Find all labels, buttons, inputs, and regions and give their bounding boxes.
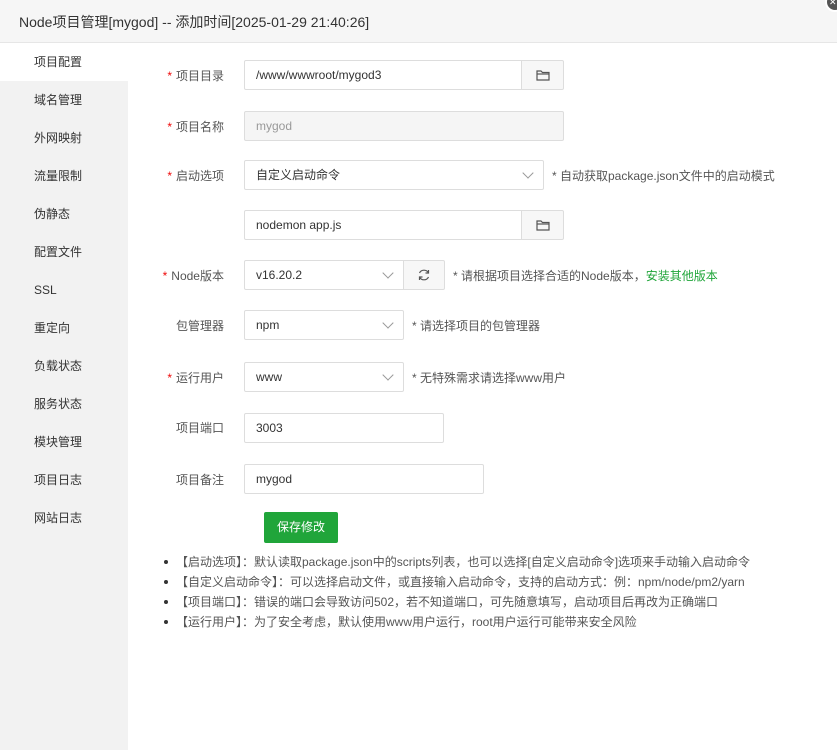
start-command-input[interactable]: nodemon app.js [244,210,522,240]
project-name-label: * 项目名称 [167,120,224,134]
list-item: 【运行用户】：为了安全考虑，默认使用www用户运行，root用户运行可能带来安全… [164,612,750,632]
project-dir-input[interactable]: /www/wwwroot/mygod3 [244,60,522,90]
sidebar-item-modules[interactable]: 模块管理 [0,423,128,461]
chevron-down-icon [382,369,394,381]
start-option-hint: * 自动获取package.json文件中的启动模式 [552,169,775,183]
list-item: 【启动选项】：默认读取package.json中的scripts列表，也可以选择… [164,552,750,572]
sidebar-item-site-log[interactable]: 网站日志 [0,499,128,537]
list-item: 【自定义启动命令】：可以选择启动文件，或直接输入启动命令，支持的启动方式：例：n… [164,572,750,592]
sidebar-item-traffic-limit[interactable]: 流量限制 [0,157,128,195]
sidebar-item-project-config[interactable]: 项目配置 [0,43,128,81]
start-option-label: * 启动选项 [167,169,224,183]
package-manager-hint: * 请选择项目的包管理器 [412,319,541,333]
folder-icon[interactable] [521,60,564,90]
package-manager-value: npm [256,318,280,332]
sidebar-item-project-log[interactable]: 项目日志 [0,461,128,499]
sidebar-item-config-file[interactable]: 配置文件 [0,233,128,271]
window-title: Node项目管理[mygod] -- 添加时间[2025-01-29 21:40… [19,14,370,30]
run-user-hint: * 无特殊需求请选择www用户 [412,371,567,385]
sidebar-item-load-status[interactable]: 负载状态 [0,347,128,385]
project-note-label: 项目备注 [175,473,224,487]
save-button[interactable]: 保存修改 [264,512,338,543]
sidebar-item-redirect[interactable]: 重定向 [0,309,128,347]
sidebar-item-domain[interactable]: 域名管理 [0,81,128,119]
chevron-down-icon [382,317,394,329]
sidebar-item-service-status[interactable]: 服务状态 [0,385,128,423]
folder-icon[interactable] [521,210,564,240]
package-manager-select[interactable]: npm [244,310,404,340]
list-item: 【项目端口】：错误的端口会导致访问502，若不知道端口，可先随意填写，启动项目后… [164,592,750,612]
sidebar-item-external-mapping[interactable]: 外网映射 [0,119,128,157]
refresh-icon[interactable] [403,260,445,290]
node-version-hint: * 请根据项目选择合适的Node版本，安装其他版本 [453,269,718,283]
run-user-value: www [256,370,282,384]
sidebar-item-ssl[interactable]: SSL [0,271,128,309]
project-note-input[interactable]: mygod [244,464,484,494]
node-version-label: * Node版本 [162,269,224,283]
chevron-down-icon [522,167,534,179]
node-version-select[interactable]: v16.20.2 [244,260,404,290]
sidebar: 项目配置 域名管理 外网映射 流量限制 伪静态 配置文件 SSL 重定向 负载状… [0,43,128,750]
sidebar-item-rewrite[interactable]: 伪静态 [0,195,128,233]
window-titlebar: Node项目管理[mygod] -- 添加时间[2025-01-29 21:40… [0,0,837,43]
project-dir-label: * 项目目录 [167,69,224,83]
chevron-down-icon [382,267,394,279]
package-manager-label: 包管理器 [175,319,224,333]
tips-list: 【启动选项】：默认读取package.json中的scripts列表，也可以选择… [164,552,750,632]
start-option-select[interactable]: 自定义启动命令 [244,160,544,190]
install-other-versions-link[interactable]: 安装其他版本 [646,269,718,283]
project-name-input: mygod [244,111,564,141]
run-user-label: * 运行用户 [167,371,224,385]
project-port-input[interactable]: 3003 [244,413,444,443]
start-option-value: 自定义启动命令 [256,168,341,182]
node-version-value: v16.20.2 [256,268,303,282]
project-port-label: 项目端口 [175,421,224,435]
run-user-select[interactable]: www [244,362,404,392]
